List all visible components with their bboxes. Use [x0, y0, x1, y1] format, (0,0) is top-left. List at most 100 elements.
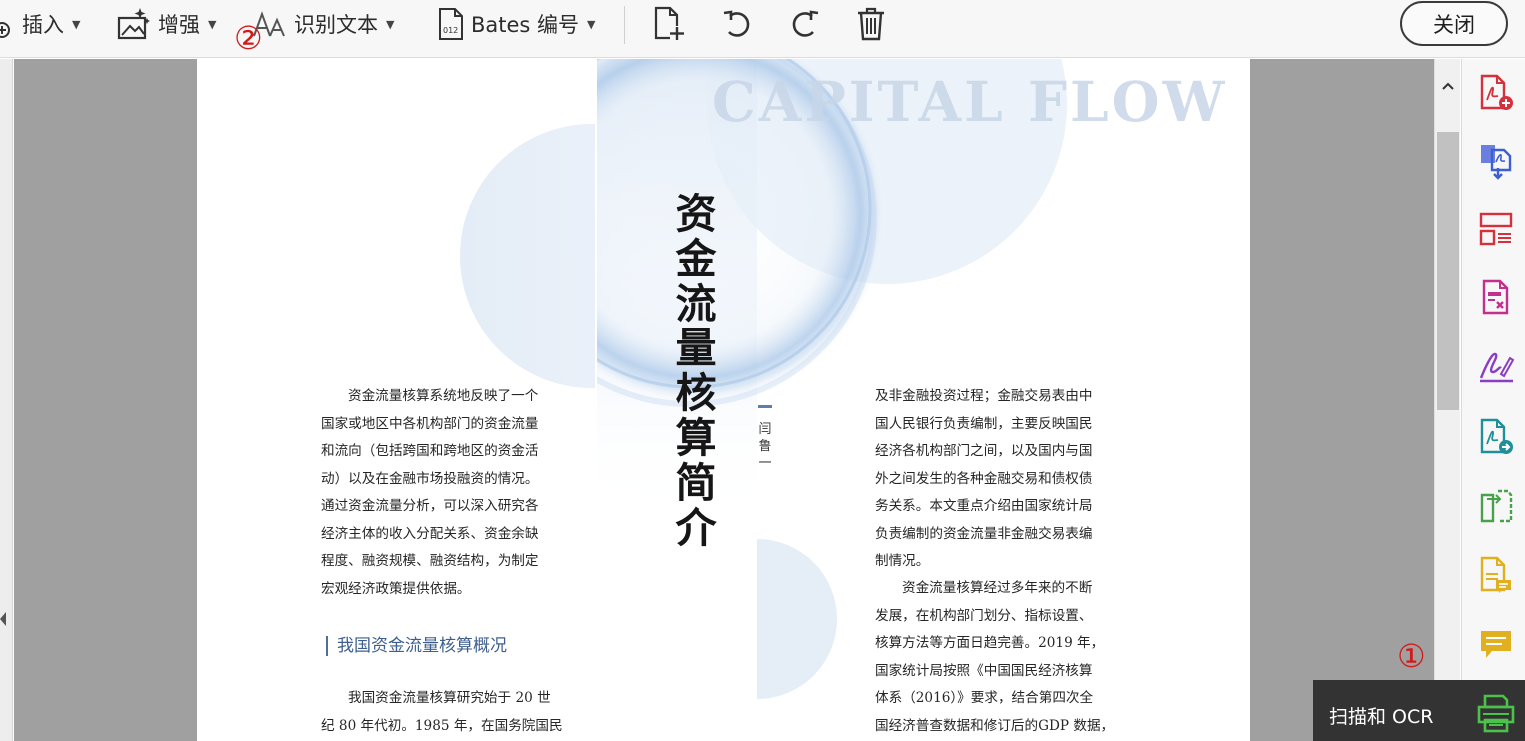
text-line: 体系（2016）》要求，结合第四次全 — [875, 690, 1094, 706]
combine-files-icon — [1481, 145, 1512, 180]
enhance-image-icon — [117, 8, 150, 40]
expand-left-panel-icon[interactable] — [0, 612, 6, 626]
section-heading: 我国资金流量核算概况 — [326, 636, 507, 656]
document-viewer: CAPITAL FLOW 资 金 流 量 核 算 简 介 闫 鲁 一 资金流量核… — [14, 59, 1434, 741]
redact-tool[interactable] — [1476, 277, 1516, 317]
text-line: 动）以及在金融市场投融资的情况。 — [321, 470, 539, 487]
annotation-marker-2: ② — [234, 19, 263, 57]
text-line: 发展，在机构部门划分、指标设置、 — [875, 607, 1093, 624]
text-line: 宏观经济政策提供依据。 — [321, 580, 471, 597]
rotate-right-button[interactable] — [786, 6, 822, 42]
text-line: 国人民银行负责编制，主要反映国民 — [875, 415, 1093, 432]
fill-sign-tool[interactable] — [1476, 345, 1516, 385]
left-column-paragraph-2: 我国资金流量核算研究始于 20 世 纪 80 年代初。1985 年，在国务院国民 — [321, 685, 563, 740]
text-line: 国家统计局按照《中国国民经济核算 — [875, 662, 1093, 679]
text-line: 务关系。本文重点介绍由国家统计局 — [875, 498, 1093, 514]
comment-tool[interactable] — [1476, 625, 1516, 665]
scan-ocr-tool[interactable]: 扫描和 OCR — [1313, 680, 1525, 741]
vertical-scrollbar[interactable] — [1434, 59, 1460, 741]
comment-icon — [1481, 631, 1511, 658]
scroll-up-button[interactable] — [1435, 69, 1461, 103]
text-line: 外之间发生的各种金融交易和债权债 — [875, 470, 1093, 487]
text-line: 经济主体的收入分配关系、资金余缺 — [321, 525, 539, 542]
bates-number-menu[interactable]: 012 Bates 编号 ▼ — [437, 6, 596, 42]
text-line: 国经济普查数据和修订后的GDP 数据， — [875, 717, 1115, 734]
svg-text:012: 012 — [443, 26, 458, 35]
insert-menu[interactable]: 插入 ▼ — [0, 6, 80, 42]
scan-ocr-label: 扫描和 OCR — [1329, 706, 1434, 728]
right-column-paragraph-2: 资金流量核算经过多年来的不断 发展，在机构部门划分、指标设置、 核算方法等方面日… — [875, 575, 1114, 740]
text-line: 资金流量核算系统地反映了一个 — [348, 388, 539, 404]
insert-label: 插入 — [22, 13, 64, 37]
scanner-icon — [1477, 694, 1515, 733]
enhance-menu[interactable]: 增强 ▼ — [116, 6, 216, 42]
insert-page-icon — [654, 6, 684, 40]
title-char: 简 — [675, 458, 717, 507]
text-line: 和流向（包括跨国和跨地区的资金活 — [321, 443, 539, 459]
author-char: 一 — [758, 456, 772, 471]
title-char: 资 — [675, 190, 717, 238]
article-title: 资 金 流 量 核 算 简 介 — [671, 192, 721, 550]
create-pdf-tool[interactable] — [1476, 73, 1516, 113]
recognize-text-menu[interactable]: 识别文本 ▼ — [252, 6, 394, 42]
author-accent-bar — [758, 405, 772, 408]
export-pdf-icon — [1480, 418, 1513, 454]
rotate-left-icon — [723, 10, 750, 37]
text-line: 资金流量核算经过多年来的不断 — [902, 580, 1093, 596]
annotation-marker-1: ① — [1397, 637, 1426, 675]
capital-flow-watermark: CAPITAL FLOW — [712, 69, 1228, 134]
text-line: 及非金融投资过程；金融交易表由中 — [875, 388, 1093, 404]
text-line: 负责编制的资金流量非金融交易表编 — [875, 525, 1093, 542]
comment-file-tool[interactable] — [1476, 555, 1516, 595]
title-char: 量 — [675, 324, 717, 373]
left-panel-gutter — [0, 59, 13, 741]
enhance-label: 增强 — [158, 13, 200, 37]
text-line: 纪 80 年代初。1985 年，在国务院国民 — [321, 717, 563, 734]
text-line: 程度、融资规模、融资结构，为制定 — [321, 553, 539, 569]
title-char: 算 — [675, 413, 717, 462]
title-char: 流 — [675, 279, 717, 328]
text-line: 国家或地区中各机构部门的资金流量 — [321, 415, 539, 432]
chevron-up-icon — [1442, 82, 1454, 90]
bates-number-label: Bates 编号 — [471, 13, 580, 37]
text-line: 我国资金流量核算研究始于 20 世 — [348, 690, 551, 706]
article-author: 闫 鲁 一 — [757, 421, 773, 472]
close-button[interactable]: 关闭 — [1400, 1, 1508, 46]
insert-page-button[interactable] — [652, 6, 688, 42]
left-column-paragraph-1: 资金流量核算系统地反映了一个 国家或地区中各机构部门的资金流量 和流向（包括跨国… — [321, 383, 539, 603]
text-line: 核算方法等方面日趋完善。2019 年， — [875, 635, 1105, 651]
pdf-page: CAPITAL FLOW 资 金 流 量 核 算 简 介 闫 鲁 一 资金流量核… — [197, 59, 1250, 741]
top-toolbar: 插入 ▼ 增强 ▼ 识别文本 ▼ 012 Bates 编号 ▼ 关闭 — [0, 0, 1525, 58]
edit-comment-icon — [1480, 556, 1511, 593]
create-pdf-icon — [1480, 74, 1513, 110]
toolbar-divider — [624, 6, 625, 44]
compare-files-tool[interactable] — [1476, 486, 1516, 526]
title-char: 核 — [675, 369, 717, 418]
right-tools-pane — [1461, 59, 1525, 741]
chevron-down-icon: ▼ — [587, 17, 596, 31]
author-char: 闫 — [758, 422, 772, 437]
rotate-right-icon — [792, 10, 819, 37]
right-column-paragraph-1: 及非金融投资过程；金融交易表由中 国人民银行负责编制，主要反映国民 经济各机构部… — [875, 383, 1093, 576]
text-line: 经济各机构部门之间，以及国内与国 — [875, 443, 1093, 459]
title-char: 金 — [675, 234, 717, 283]
scrollbar-thumb[interactable] — [1437, 132, 1459, 410]
organize-pages-icon — [1479, 212, 1513, 246]
redact-icon — [1482, 279, 1509, 315]
recognize-text-label: 识别文本 — [294, 13, 378, 37]
chevron-down-icon: ▼ — [386, 17, 395, 31]
combine-files-tool[interactable] — [1476, 141, 1516, 181]
title-char: 介 — [675, 503, 717, 552]
text-line: 通过资金流量分析，可以深入研究各 — [321, 498, 539, 514]
rotate-left-button[interactable] — [720, 6, 756, 42]
organize-pages-tool[interactable] — [1476, 209, 1516, 249]
chevron-down-icon: ▼ — [72, 17, 81, 31]
delete-page-button[interactable] — [853, 6, 889, 42]
compare-files-icon — [1480, 489, 1513, 523]
insert-icon — [0, 22, 10, 38]
bates-number-icon: 012 — [439, 8, 463, 40]
text-line: 制情况。 — [875, 553, 930, 569]
trash-icon — [858, 7, 884, 41]
chevron-down-icon: ▼ — [208, 17, 217, 31]
export-pdf-tool[interactable] — [1476, 417, 1516, 457]
